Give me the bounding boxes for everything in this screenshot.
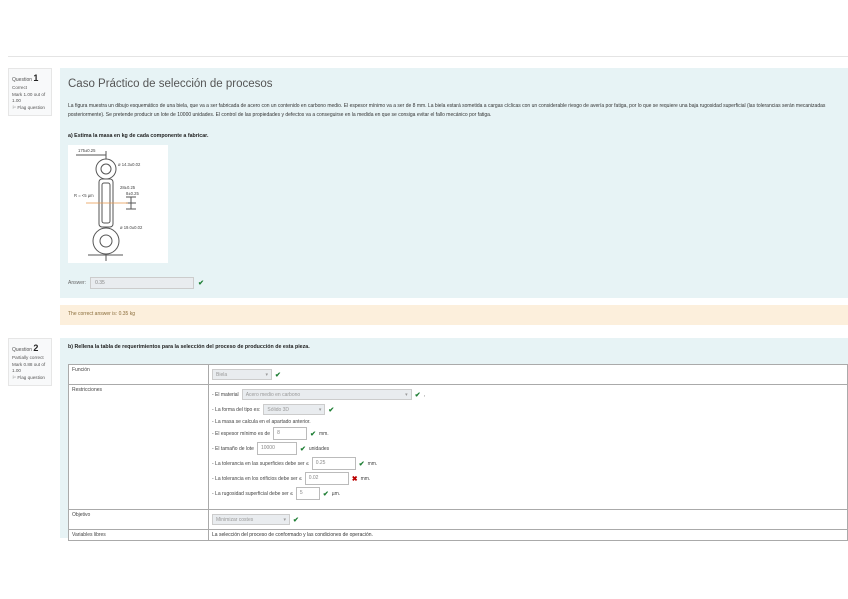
- check-icon: ✔: [358, 460, 365, 468]
- dimension-label: 28±0.25: [120, 185, 136, 190]
- table-row: Función Biela ▾ ✔: [68, 364, 848, 385]
- select-value: Biela: [216, 372, 228, 378]
- roughness-input[interactable]: 5: [295, 487, 320, 500]
- question-mark: Mark 1.00 out of 1.00: [12, 91, 46, 104]
- hole-tolerance-input[interactable]: 0.02: [304, 472, 349, 485]
- divider: [8, 56, 848, 57]
- question-mark: Mark 0.88 out of 1.00: [12, 361, 46, 374]
- flag-question-link[interactable]: ⚐ Flag question: [12, 375, 48, 382]
- variables-value: La selección del proceso de conformado y…: [208, 529, 848, 541]
- row-label: Función: [68, 364, 209, 385]
- connecting-rod-figure: 175±0.25 ø 14.3±0.02 28±0.25 R = <5 µm 8…: [68, 145, 168, 263]
- page-title: Caso Práctico de selección de procesos: [68, 78, 273, 90]
- text: - El espesor mínimo es de: [212, 430, 271, 437]
- check-icon: ✔: [275, 371, 281, 379]
- dimension-label: 8±0.25: [126, 191, 139, 196]
- question-label: Question: [12, 77, 33, 83]
- text: mm.: [367, 460, 378, 467]
- check-icon: ✔: [310, 430, 316, 438]
- flag-icon: ⚐: [12, 375, 17, 381]
- surface-tolerance-input[interactable]: 0.25: [311, 457, 356, 470]
- table-row: Objetivo Minimizar costes ▾ ✔: [68, 509, 848, 530]
- cross-icon: ✖: [351, 475, 358, 483]
- text: - La masa se calcula en el apartado ante…: [212, 418, 311, 425]
- answer-row: Answer: 0.35 ✔: [68, 277, 840, 289]
- caret-icon: ▾: [265, 372, 268, 378]
- select-value: Minimizar costes: [216, 517, 254, 523]
- question-statement: La figura muestra un dibujo esquemático …: [68, 103, 826, 118]
- question-text: a) Estima la masa en kg de cada componen…: [68, 133, 209, 139]
- check-icon: ✔: [293, 516, 299, 524]
- text: mm.: [318, 430, 329, 437]
- text: - La tolerancia en los orificios debe se…: [212, 475, 302, 482]
- flag-question-link[interactable]: ⚐ Flag question: [12, 105, 48, 112]
- question-number: 2: [33, 343, 39, 353]
- question-2-content: b) Rellena la tabla de requerimientos pa…: [60, 338, 848, 541]
- select-value: Sólido 3D: [267, 407, 290, 413]
- text: mm.: [360, 475, 371, 482]
- dimension-label: R = <5 µm: [74, 193, 94, 198]
- question-state: Partially correct: [12, 355, 44, 361]
- text: - La forma del tipo es:: [212, 406, 261, 413]
- caret-icon: ▾: [283, 517, 286, 523]
- select-value: Acero medio en carbono: [245, 392, 301, 398]
- shape-select[interactable]: Sólido 3D ▾: [263, 404, 326, 415]
- table-row: Variables libres La selección del proces…: [68, 529, 848, 541]
- caret-icon: ▾: [318, 407, 322, 413]
- thickness-input[interactable]: 8: [273, 427, 308, 440]
- question-2-info: Question 2 Partially correct Mark 0.88 o…: [8, 338, 52, 386]
- correct-answer-feedback: The correct answer is: 0.35 kg: [60, 305, 848, 325]
- row-label: Objetivo: [68, 509, 209, 530]
- text: - El material: [212, 391, 239, 398]
- funcion-select[interactable]: Biela ▾: [212, 369, 272, 380]
- check-icon: ✔: [328, 406, 335, 414]
- text: ,: [423, 391, 425, 398]
- check-icon: ✔: [198, 280, 204, 287]
- check-icon: ✔: [322, 490, 329, 498]
- material-select[interactable]: Acero medio en carbono ▾: [241, 389, 412, 400]
- dimension-label: ø 19.0±0.02: [120, 225, 143, 230]
- flag-icon: ⚐: [12, 105, 17, 111]
- question-state: Correct: [12, 85, 28, 91]
- caret-icon: ▾: [405, 392, 408, 398]
- row-label: Variables libres: [68, 529, 209, 541]
- dimension-label: 175±0.25: [78, 148, 96, 153]
- text: unidades: [308, 445, 330, 452]
- text: - El tamaño de lote: [212, 445, 254, 452]
- dimension-label: ø 14.3±0.02: [118, 162, 141, 167]
- requirements-table: Función Biela ▾ ✔ Restricciones - El mater…: [68, 364, 848, 541]
- answer-input[interactable]: 0.35: [90, 277, 195, 289]
- question-1-info: Question 1 Correct Mark 1.00 out of 1.00…: [8, 68, 52, 116]
- question-text: b) Rellena la tabla de requerimientos pa…: [68, 344, 310, 350]
- question-label: Question: [12, 347, 33, 353]
- batch-size-input[interactable]: 10000: [256, 442, 297, 455]
- check-icon: ✔: [414, 391, 421, 399]
- text: - La rugosidad superficial debe ser ≤: [212, 490, 293, 497]
- objetivo-select[interactable]: Minimizar costes ▾: [212, 514, 290, 525]
- answer-label: Answer:: [68, 280, 87, 286]
- flag-label: Flag question: [17, 105, 45, 111]
- question-1-content: Caso Práctico de selección de procesos L…: [60, 68, 848, 298]
- question-number: 1: [33, 73, 39, 83]
- text: - La tolerancia en las superficies debe …: [212, 460, 309, 467]
- table-row: Restricciones - El material Acero medio e…: [68, 384, 848, 510]
- check-icon: ✔: [299, 445, 306, 453]
- text: µm.: [331, 490, 341, 497]
- row-label: Restricciones: [68, 384, 209, 510]
- flag-label: Flag question: [17, 375, 45, 381]
